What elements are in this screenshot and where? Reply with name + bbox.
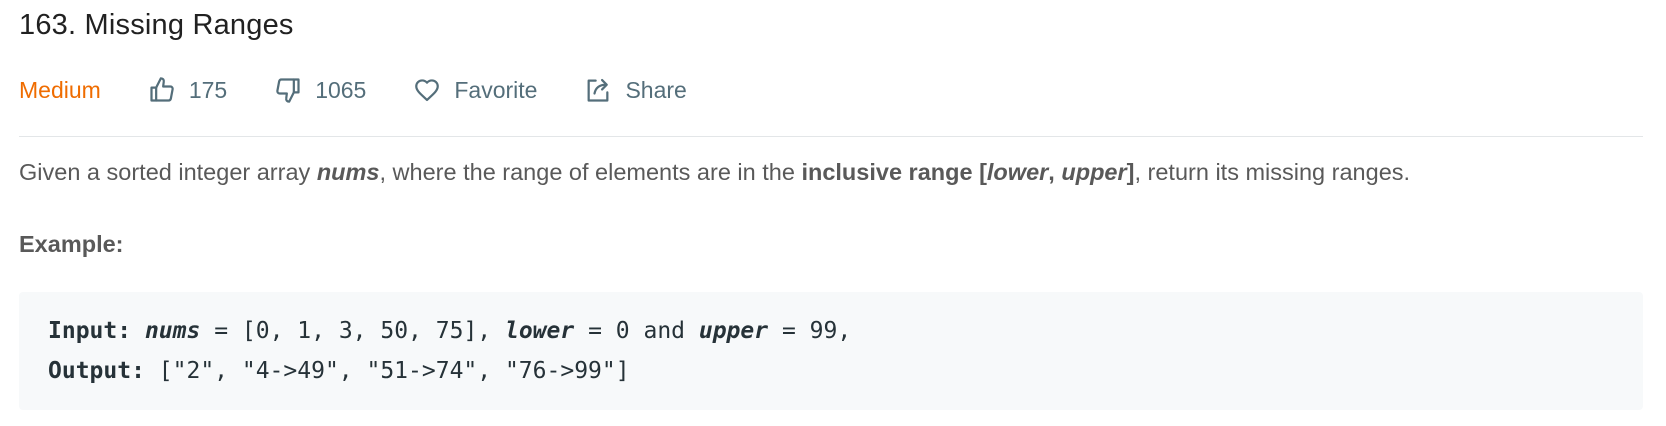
share-button[interactable]: Share xyxy=(583,68,687,112)
favorite-label: Favorite xyxy=(454,77,538,103)
example-output-line: Output: ["2", "4->49", "51->74", "76->99… xyxy=(48,351,1643,391)
dislike-button[interactable]: 1065 xyxy=(273,68,366,112)
like-count: 175 xyxy=(188,77,228,103)
page-title: 163. Missing Ranges xyxy=(19,9,294,41)
output-label: Output: xyxy=(48,358,145,384)
upper-variable: upper xyxy=(1061,159,1127,185)
input-lower-value: = 0 and xyxy=(574,318,699,344)
like-button[interactable]: 175 xyxy=(147,68,227,112)
heart-icon xyxy=(412,75,442,105)
share-icon xyxy=(583,75,613,105)
difficulty-badge: Medium xyxy=(19,77,101,103)
example-heading: Example: xyxy=(19,231,124,257)
lower-variable: lower xyxy=(986,159,1049,185)
input-nums-value: = [0, 1, 3, 50, 75], xyxy=(200,318,505,344)
section-divider xyxy=(19,136,1643,137)
thumbs-down-icon xyxy=(273,75,303,105)
input-label: Input: xyxy=(48,318,132,344)
range-separator: , xyxy=(1048,159,1062,185)
example-code-block: Input: nums = [0, 1, 3, 50, 75], lower =… xyxy=(19,292,1643,410)
input-upper-value: = 99, xyxy=(768,318,852,344)
example-input-line: Input: nums = [0, 1, 3, 50, 75], lower =… xyxy=(48,311,1643,351)
description-text: , where the range of elements are in the xyxy=(379,159,802,185)
favorite-button[interactable]: Favorite xyxy=(412,68,537,112)
input-nums-var: nums xyxy=(144,318,201,344)
inclusive-range-text: inclusive range [lower, upper] xyxy=(801,159,1134,185)
thumbs-up-icon xyxy=(147,75,177,105)
description-text: , return its missing ranges. xyxy=(1134,159,1411,185)
problem-page: 163. Missing Ranges Medium 175 1065 Favo… xyxy=(0,0,1666,426)
dislike-count: 1065 xyxy=(315,77,367,103)
share-label: Share xyxy=(625,77,687,103)
output-value: ["2", "4->49", "51->74", "76->99"] xyxy=(144,358,630,384)
nums-variable: nums xyxy=(316,159,380,185)
input-upper-var: upper xyxy=(698,318,769,344)
inclusive-range-label: inclusive range [ xyxy=(801,159,987,185)
problem-meta-row: Medium 175 1065 Favorite Share xyxy=(19,68,687,112)
problem-description: Given a sorted integer array nums, where… xyxy=(19,154,1410,190)
description-text: Given a sorted integer array xyxy=(19,159,317,185)
input-lower-var: lower xyxy=(504,318,575,344)
